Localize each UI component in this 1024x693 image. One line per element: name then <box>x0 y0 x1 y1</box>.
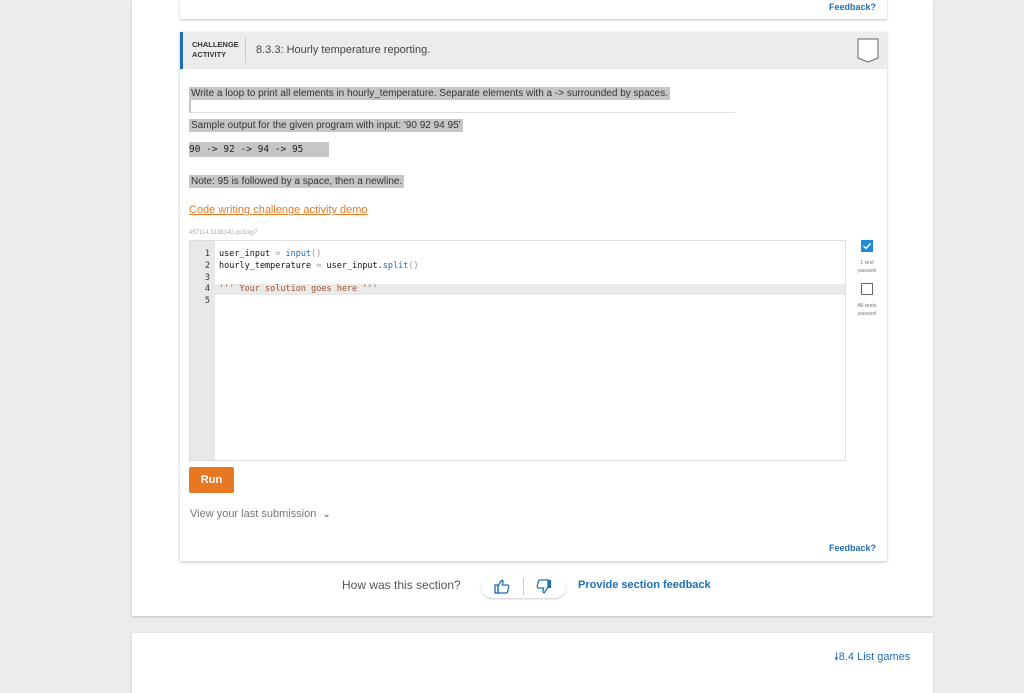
rating-divider <box>523 578 524 595</box>
sample-output-label: Sample output for the given program with… <box>189 119 463 132</box>
code-line-2: hourly_temperature = user_input.split() <box>219 261 419 271</box>
all-tests-label: All tests passed <box>857 303 877 317</box>
header-divider <box>245 38 246 63</box>
test-passed-label: 1 test passed <box>858 260 876 274</box>
run-button[interactable]: Run <box>189 467 234 493</box>
code-token: () <box>311 249 322 259</box>
rating-buttons <box>481 575 566 598</box>
line-number: 1 <box>204 249 210 259</box>
all-tests-checkbox-icon <box>861 283 873 295</box>
sample-output: 90 -> 92 -> 94 -> 95 <box>189 142 329 157</box>
code-id: 457114.3138140.qx3zqy7 <box>189 230 258 236</box>
previous-activity-footer <box>180 0 887 19</box>
challenge-activity: CHALLENGE ACTIVITY 8.3.3: Hourly tempera… <box>180 32 887 561</box>
challenge-activity-label: CHALLENGE ACTIVITY <box>192 40 239 59</box>
line-number: 2 <box>204 261 210 271</box>
activity-header: CHALLENGE ACTIVITY 8.3.3: Hourly tempera… <box>180 32 887 69</box>
activity-feedback-link[interactable]: Feedback? <box>829 543 876 553</box>
code-line-1: user_input = input() <box>219 249 321 259</box>
last-submission-label: View your last submission <box>190 508 317 520</box>
line-number: 3 <box>204 273 210 283</box>
header-accent-bar <box>180 32 183 69</box>
last-submission-toggle[interactable]: View your last submission ⌄ <box>190 508 331 520</box>
code-editor[interactable]: 1 2 3 4 5 user_input = input() hourly_te… <box>189 240 846 461</box>
code-token: hourly_temperature <box>219 261 312 271</box>
instruction-blank-line <box>189 96 735 113</box>
next-section-label: 8.4 List games <box>838 651 911 663</box>
next-section-link[interactable]: 🠗8.4 List games <box>834 648 910 667</box>
line-number: 5 <box>204 296 210 306</box>
code-token: split <box>382 261 409 271</box>
line-number: 4 <box>204 284 210 294</box>
code-token: user_input. <box>326 261 383 271</box>
thumbs-up-icon[interactable] <box>494 579 510 594</box>
code-line-4: ''' Your solution goes here ''' <box>219 284 378 294</box>
completion-badge-icon <box>857 38 879 63</box>
next-section-card <box>132 633 933 693</box>
code-token: user_input <box>219 249 271 259</box>
note-text: Note: 95 is followed by a space, then a … <box>189 175 405 188</box>
demo-link[interactable]: Code writing challenge activity demo <box>189 204 368 216</box>
code-token: = <box>270 249 286 259</box>
thumbs-down-icon[interactable] <box>536 579 552 594</box>
chevron-down-icon: ⌄ <box>322 509 331 520</box>
section-feedback-question: How was this section? <box>342 578 461 592</box>
code-token: () <box>408 261 419 271</box>
provide-section-feedback-link[interactable]: Provide section feedback <box>578 579 711 591</box>
activity-title: 8.3.3: Hourly temperature reporting. <box>256 44 431 56</box>
test-passed-checkbox-icon <box>861 240 873 252</box>
previous-feedback-link[interactable]: Feedback? <box>829 2 876 12</box>
code-token: input <box>285 249 312 259</box>
code-token: = <box>311 261 327 271</box>
